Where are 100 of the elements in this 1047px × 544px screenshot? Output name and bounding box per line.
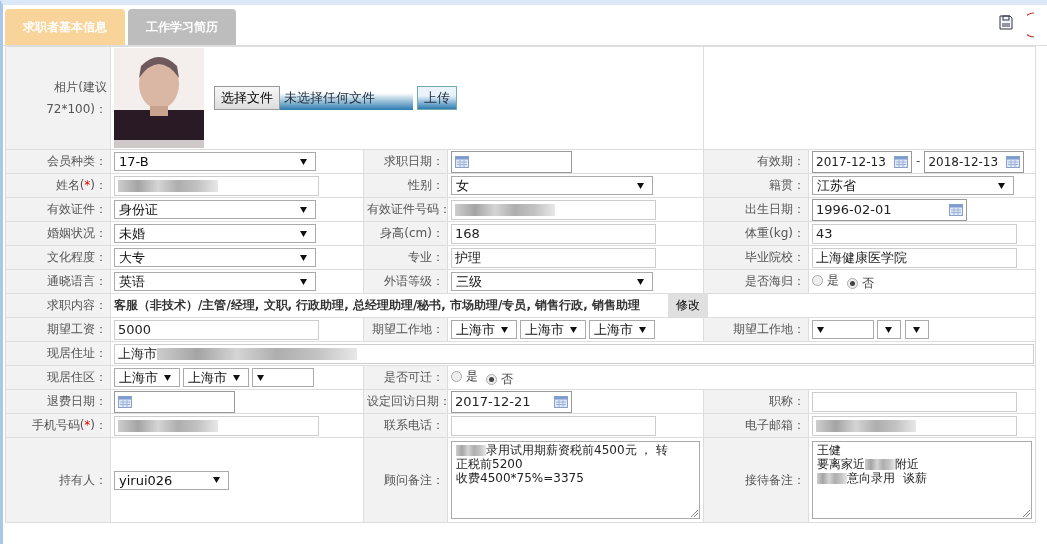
text-field[interactable]: 168 <box>451 223 656 244</box>
dropdown[interactable]: 三级 <box>451 272 653 291</box>
caret-icon <box>300 278 307 285</box>
field-label: 期望工资： <box>47 322 107 336</box>
calendar-icon[interactable] <box>455 155 469 168</box>
calendar-icon[interactable] <box>554 395 568 408</box>
notes-field[interactable]: 录用试用期薪资税前4500元 ， 转 正税前5200 收费4500*75%=3375 <box>451 441 701 519</box>
calendar-icon[interactable] <box>894 155 909 168</box>
radio-option[interactable]: 是 <box>812 271 840 289</box>
text-field[interactable]: 43 <box>812 223 1018 244</box>
redacted-bar <box>817 473 848 484</box>
caret-icon <box>233 374 240 381</box>
dropdown[interactable]: yirui026 <box>114 470 229 490</box>
date-field[interactable] <box>451 150 572 173</box>
range-separator: - <box>916 154 921 168</box>
text-field[interactable] <box>812 391 1018 412</box>
dropdown[interactable] <box>905 320 930 339</box>
calendar-icon[interactable] <box>949 203 964 216</box>
field-label: 有效证件： <box>47 202 107 216</box>
dropdown[interactable]: 上海市 <box>589 320 655 339</box>
caret-icon <box>637 182 644 189</box>
text-field[interactable]: 上海市 <box>114 343 1034 364</box>
text-field[interactable] <box>812 415 1018 436</box>
text-field[interactable]: 护理 <box>451 247 656 268</box>
caret-icon <box>637 278 644 285</box>
field-label: 期望工作地： <box>733 322 806 336</box>
text-field[interactable] <box>114 175 319 196</box>
caret-icon <box>164 374 171 381</box>
redacted-bar <box>456 445 486 456</box>
field-label: 期望工作地： <box>372 322 444 336</box>
field-label: 求职内容： <box>47 298 107 312</box>
resize-grip-icon[interactable] <box>690 509 699 517</box>
caret-icon <box>885 326 893 333</box>
field-label: 是否可迁： <box>384 370 444 384</box>
choose-file-button[interactable]: 选择文件 <box>214 86 280 110</box>
field-label: 现居住址： <box>47 346 107 360</box>
caret-icon <box>300 158 307 165</box>
dropdown[interactable]: 上海市 <box>451 320 517 339</box>
field-label: 电子邮箱： <box>745 418 806 432</box>
dropdown[interactable]: 身份证 <box>114 200 316 219</box>
calendar-icon[interactable] <box>1006 155 1021 168</box>
caret-icon <box>998 182 1006 189</box>
dropdown[interactable]: 未婚 <box>114 224 316 243</box>
text-field[interactable] <box>114 415 319 436</box>
upload-button[interactable]: 上传 <box>417 86 457 110</box>
dropdown[interactable]: 上海市 <box>114 368 180 387</box>
notes-field[interactable]: 王健 要离家近 附近 意向录用 谈薪 <box>812 441 1033 519</box>
field-label: 毕业院校： <box>745 250 806 264</box>
field-label: 出生日期： <box>745 202 806 216</box>
date-field[interactable]: 2017-12-21 <box>451 390 572 413</box>
radio-option[interactable]: 否 <box>486 370 513 388</box>
text-field[interactable]: 5000 <box>114 319 319 340</box>
job-content-text: 客服（非技术）/主管/经理, 文职, 行政助理, 总经理助理/秘书, 市场助理/专员, 销售行政, 销售助理 <box>114 298 640 312</box>
field-label: 通晓语言： <box>47 274 107 288</box>
redacted-bar <box>865 459 896 470</box>
field-label: 婚姻状况： <box>47 226 107 240</box>
field-label: 退费日期： <box>47 394 107 408</box>
field-label: 求职日期： <box>384 154 444 168</box>
field-label: 职称： <box>769 394 806 408</box>
dropdown[interactable]: 英语 <box>114 272 316 291</box>
caret-icon <box>257 374 264 381</box>
field-label: 姓名(*)： <box>55 178 107 192</box>
radio-option[interactable]: 否 <box>847 274 875 292</box>
caret-icon <box>639 326 646 333</box>
field-label: 相片(建议 72*100)： <box>45 79 107 118</box>
field-label: 身高(cm)： <box>380 226 444 240</box>
resize-grip-icon[interactable] <box>1022 509 1031 517</box>
caret-icon <box>213 477 220 483</box>
dropdown[interactable]: 17-B <box>114 152 316 171</box>
date-field[interactable]: 2018-12-13 <box>924 150 1025 173</box>
field-label: 有效期： <box>757 154 806 168</box>
caret-icon <box>300 254 307 261</box>
field-label: 会员种类： <box>47 154 107 168</box>
field-label: 性别： <box>408 178 444 192</box>
edit-button[interactable]: 修改 <box>667 294 708 317</box>
radio-option[interactable]: 是 <box>451 367 478 385</box>
calendar-icon[interactable] <box>118 395 132 408</box>
caret-icon <box>300 206 307 213</box>
text-field[interactable] <box>451 415 656 436</box>
field-label: 接待备注： <box>745 472 806 487</box>
text-field[interactable] <box>451 199 656 220</box>
date-field[interactable]: 2017-12-13 <box>812 150 913 173</box>
text-field[interactable]: 上海健康医学院 <box>812 247 1018 268</box>
date-field[interactable] <box>114 390 235 413</box>
dropdown[interactable]: 江苏省 <box>812 176 1015 195</box>
dropdown[interactable]: 上海市 <box>520 320 586 339</box>
field-label: 手机号码(*)： <box>31 418 107 432</box>
field-label: 籍贯： <box>769 178 806 192</box>
dropdown[interactable]: 上海市 <box>183 368 249 387</box>
date-field[interactable]: 1996-02-01 <box>812 198 968 221</box>
field-label: 体重(kg)： <box>745 226 806 240</box>
save-icon[interactable] <box>999 14 1013 30</box>
caret-icon <box>300 230 307 237</box>
dropdown[interactable] <box>877 320 902 339</box>
dropdown[interactable]: 大专 <box>114 248 316 267</box>
field-label: 联系电话： <box>384 418 444 432</box>
field-label: 外语等级： <box>384 274 444 288</box>
dropdown[interactable]: 女 <box>451 176 653 195</box>
caret-icon <box>817 326 825 333</box>
caret-icon <box>501 326 508 333</box>
